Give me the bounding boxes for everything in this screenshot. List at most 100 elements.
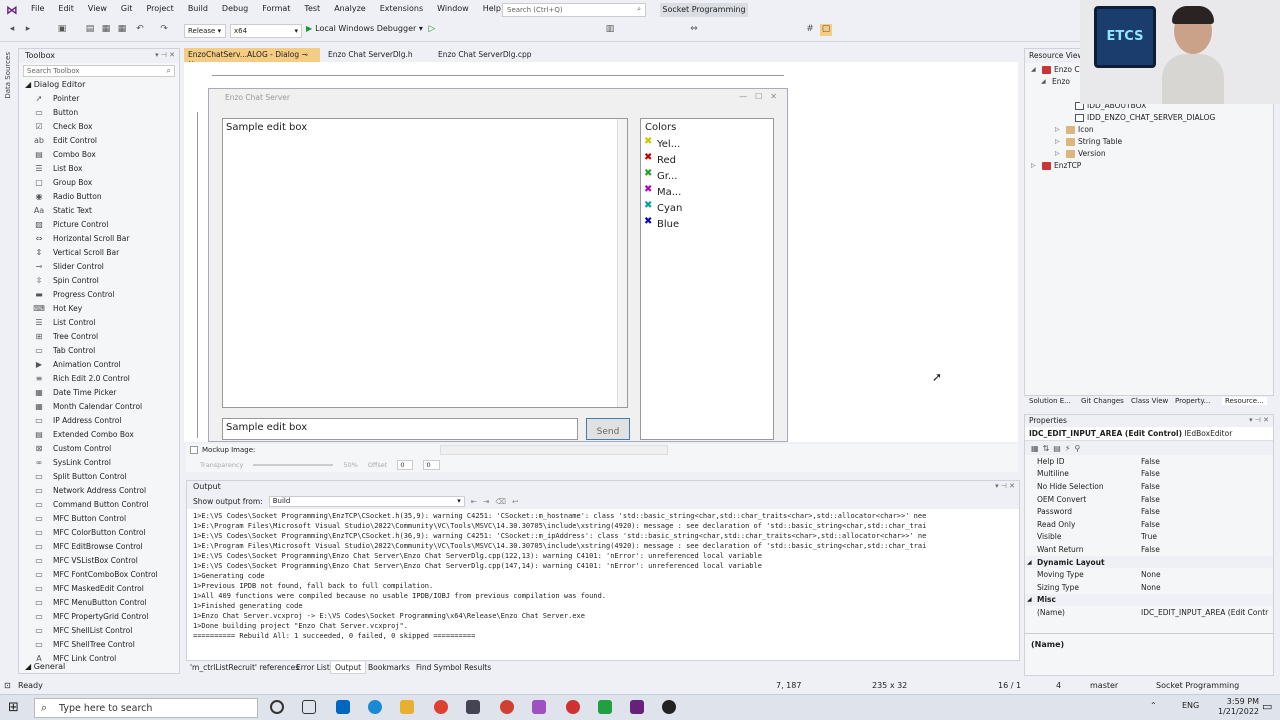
toolbox-item[interactable]: ▭ Tab Control bbox=[19, 343, 179, 357]
tree-node-enztcp[interactable]: ▷ EnzTCP bbox=[1031, 161, 1081, 170]
file-explorer-icon[interactable] bbox=[400, 700, 414, 714]
property-value[interactable]: False bbox=[1137, 495, 1273, 504]
categorized-icon[interactable]: ▦ bbox=[1031, 444, 1039, 453]
toolbox-search-input[interactable]: Search Toolbox ⌕ bbox=[23, 65, 175, 77]
save-icon[interactable]: ▦ bbox=[100, 24, 112, 36]
toolbox-item[interactable]: ▤ Combo Box bbox=[19, 147, 179, 161]
tab-output[interactable]: Output bbox=[330, 662, 367, 674]
expand-icon[interactable]: ▷ bbox=[1055, 126, 1063, 133]
property-value[interactable]: False bbox=[1137, 545, 1273, 554]
property-row[interactable]: Password False bbox=[1025, 505, 1273, 518]
tab-property-manager[interactable]: Property... bbox=[1172, 397, 1213, 405]
toolbox-item[interactable]: ▭ Command Button Control bbox=[19, 497, 179, 511]
taskbar-search-input[interactable]: ⌕ Type here to search bbox=[34, 698, 258, 718]
collapse-icon[interactable]: ◢ bbox=[1027, 559, 1037, 566]
tab-bookmarks[interactable]: Bookmarks bbox=[364, 662, 414, 673]
forward-icon[interactable]: ▸ bbox=[22, 24, 34, 36]
color-list-item[interactable]: Gr... bbox=[641, 168, 773, 184]
property-value[interactable]: False bbox=[1137, 469, 1273, 478]
menu-analyze[interactable]: Analyze bbox=[327, 4, 373, 13]
toolbar-tool-icon[interactable]: ▥ bbox=[604, 24, 616, 36]
grid-icon[interactable]: # bbox=[804, 24, 816, 36]
mockup-image-path-field[interactable] bbox=[440, 445, 668, 455]
property-row[interactable]: No Hide Selection False bbox=[1025, 480, 1273, 493]
toolbox-item[interactable]: ⊞ Tree Control bbox=[19, 329, 179, 343]
align-icon[interactable]: ⇔ bbox=[688, 24, 700, 36]
output-log[interactable]: 1>E:\VS Codes\Socket Programming\EnzTCP\… bbox=[187, 509, 1019, 651]
redo-icon[interactable]: ↷ bbox=[158, 24, 170, 36]
toolbox-item[interactable]: ▭ Network Address Control bbox=[19, 483, 179, 497]
toolbox-item[interactable]: ▦ Month Calendar Control bbox=[19, 399, 179, 413]
tree-node-string-table[interactable]: ▷ String Table bbox=[1055, 137, 1122, 146]
store-icon[interactable] bbox=[336, 700, 350, 714]
find-message-icon[interactable]: ⇤ bbox=[471, 497, 477, 506]
search-input[interactable]: Search (Ctrl+Q) ⌕ bbox=[502, 3, 646, 17]
mockup-image-checkbox[interactable] bbox=[190, 446, 198, 454]
app-icon[interactable] bbox=[598, 700, 612, 714]
menu-format[interactable]: Format bbox=[255, 4, 297, 13]
color-list-item[interactable]: Yel... bbox=[641, 136, 773, 152]
output-source-select[interactable]: Build ▾ bbox=[268, 495, 465, 507]
toolbox-item[interactable]: ▨ Picture Control bbox=[19, 217, 179, 231]
visual-studio-logo-icon[interactable]: ⋈ bbox=[6, 3, 20, 17]
toolbox-item[interactable]: ▭ MFC FontComboBox Control bbox=[19, 567, 179, 581]
toolbox-item[interactable]: ▭ Split Button Control bbox=[19, 469, 179, 483]
guides-icon[interactable]: ▢ bbox=[820, 24, 832, 36]
selected-object-select[interactable]: IDC_EDIT_INPUT_AREA (Edit Control) IEdBo… bbox=[1025, 427, 1273, 441]
property-row[interactable]: Visible True bbox=[1025, 531, 1273, 544]
menu-file[interactable]: File bbox=[24, 4, 51, 13]
property-value[interactable]: IDC_EDIT_INPUT_AREA (Edit Contr bbox=[1137, 608, 1273, 617]
toolbox-item[interactable]: ▭ MFC ColorButton Control bbox=[19, 525, 179, 539]
toolbox-item[interactable]: ▭ Button bbox=[19, 105, 179, 119]
toolbox-item[interactable]: ⊸ Slider Control bbox=[19, 259, 179, 273]
send-button[interactable]: Send bbox=[586, 418, 630, 440]
color-list-item[interactable]: Cyan bbox=[641, 200, 773, 216]
vertical-scrollbar[interactable] bbox=[617, 119, 627, 407]
tab-error-list[interactable]: Error List bbox=[292, 662, 334, 673]
toolbox-item[interactable]: ⇕ Vertical Scroll Bar bbox=[19, 245, 179, 259]
toolbox-item[interactable]: ▶ Animation Control bbox=[19, 357, 179, 371]
tab-dialog-resource[interactable]: EnzoChatServ...ALOG - Dialog ⊸ ✕ bbox=[184, 48, 320, 68]
back-icon[interactable]: ◂ bbox=[6, 24, 18, 36]
chat-log-edit-box[interactable]: Sample edit box bbox=[222, 118, 628, 408]
color-list-item[interactable]: Blue bbox=[641, 216, 773, 232]
status-branch[interactable]: master bbox=[1090, 681, 1118, 690]
tab-header-file[interactable]: Enzo Chat ServerDlg.h bbox=[324, 48, 417, 62]
alphabetical-icon[interactable]: ⇅ bbox=[1043, 444, 1050, 453]
property-value[interactable]: None bbox=[1137, 583, 1273, 592]
collapse-icon[interactable]: ◢ bbox=[1041, 78, 1049, 85]
property-value[interactable]: True bbox=[1137, 532, 1273, 541]
tab-resource-view[interactable]: Resource... bbox=[1222, 397, 1267, 405]
property-value[interactable]: None bbox=[1137, 570, 1273, 579]
toolbox-item[interactable]: ◉ Radio Button bbox=[19, 189, 179, 203]
clear-all-icon[interactable]: ⌫ bbox=[495, 497, 506, 506]
toolbox-item[interactable]: ⊠ Custom Control bbox=[19, 441, 179, 455]
save-all-icon[interactable]: ▦ bbox=[116, 24, 128, 36]
property-row[interactable]: Want Return False bbox=[1025, 543, 1273, 556]
property-value[interactable]: False bbox=[1137, 507, 1273, 516]
tree-node-main-dialog[interactable]: IDD_ENZO_CHAT_SERVER_DIALOG bbox=[1075, 113, 1215, 122]
menu-window[interactable]: Window bbox=[430, 4, 476, 13]
menu-view[interactable]: View bbox=[81, 4, 114, 13]
toolbox-item[interactable]: ▭ MFC ShellList Control bbox=[19, 623, 179, 637]
toolbox-item[interactable]: ▭ MFC MenuButton Control bbox=[19, 595, 179, 609]
platform-select[interactable]: x64 ▾ bbox=[230, 24, 302, 38]
property-row[interactable]: Multiline False bbox=[1025, 468, 1273, 481]
tab-cpp-file[interactable]: Enzo Chat ServerDlg.cpp bbox=[434, 48, 536, 62]
task-view-icon[interactable] bbox=[302, 700, 316, 714]
property-row[interactable]: Sizing Type None bbox=[1025, 581, 1273, 594]
status-changes[interactable]: 4 bbox=[1056, 681, 1061, 690]
toolbox-item[interactable]: ▬ Progress Control bbox=[19, 287, 179, 301]
toolbox-item[interactable]: ▭ MFC Button Control bbox=[19, 511, 179, 525]
cortana-icon[interactable] bbox=[270, 700, 284, 714]
panel-controls-icon[interactable]: ▾ ⊣ ✕ bbox=[155, 51, 175, 59]
app-icon[interactable] bbox=[566, 700, 580, 714]
menu-project[interactable]: Project bbox=[139, 4, 180, 13]
offset-y-field[interactable]: 0 bbox=[423, 460, 440, 470]
properties-icon[interactable]: ▤ bbox=[1053, 444, 1061, 453]
events-icon[interactable]: ⚡ bbox=[1065, 444, 1071, 453]
property-value[interactable]: False bbox=[1137, 482, 1273, 491]
menu-test[interactable]: Test bbox=[297, 4, 327, 13]
configuration-select[interactable]: Release ▾ bbox=[184, 24, 226, 38]
expand-icon[interactable]: ▷ bbox=[1031, 162, 1039, 169]
